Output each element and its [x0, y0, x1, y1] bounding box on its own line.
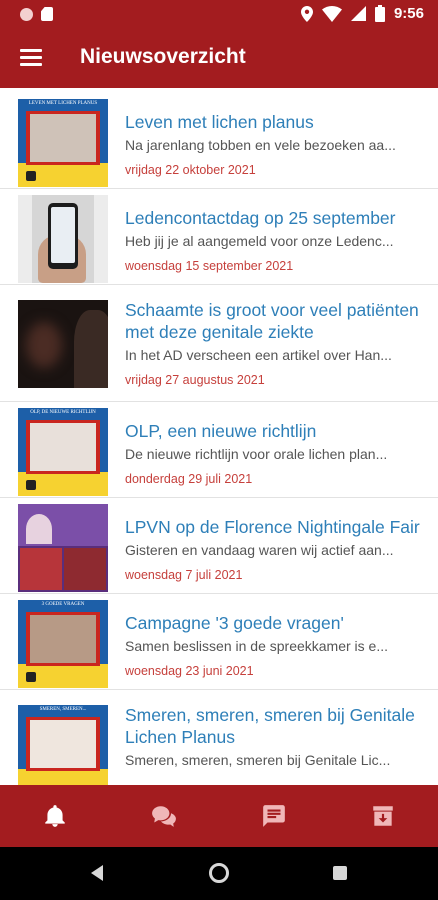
news-date: donderdag 29 juli 2021 — [125, 472, 253, 486]
news-date: woensdag 23 juni 2021 — [125, 664, 254, 678]
news-excerpt: Smeren, smeren, smeren bij Genitale Lic.… — [125, 752, 391, 768]
nav-messages[interactable] — [219, 785, 329, 847]
battery-icon — [374, 5, 385, 22]
status-bar: 9:56 — [0, 0, 438, 28]
news-excerpt: Na jarenlang tobben en vele bezoeken aa.… — [125, 137, 396, 153]
news-thumbnail: SMEREN, SMEREN... — [18, 705, 108, 785]
news-thumbnail — [18, 504, 108, 592]
bottom-navigation — [0, 785, 438, 847]
news-title: LPVN op de Florence Nightingale Fair — [125, 517, 420, 537]
news-thumbnail — [18, 300, 108, 388]
news-date: vrijdag 27 augustus 2021 — [125, 373, 265, 387]
nav-archive[interactable] — [329, 785, 438, 847]
news-title: OLP, een nieuwe richtlijn — [125, 421, 317, 441]
recent-apps-icon[interactable] — [333, 866, 347, 880]
news-date: woensdag 7 juli 2021 — [125, 568, 243, 582]
news-excerpt: Heb jij je al aangemeld voor onze Ledenc… — [125, 233, 394, 249]
news-title: Schaamte is groot voor veel patiënten me… — [125, 300, 419, 342]
news-list[interactable]: LEVEN MET LICHEN PLANUS Leven met lichen… — [0, 93, 438, 785]
news-excerpt: Samen beslissen in de spreekkamer is e..… — [125, 638, 389, 654]
back-icon[interactable] — [91, 865, 103, 881]
news-title: Smeren, smeren, smeren bij Genitale Lich… — [125, 705, 415, 747]
news-title: Campagne '3 goede vragen' — [125, 613, 344, 633]
news-thumbnail: 3 GOEDE VRAGEN — [18, 600, 108, 688]
nav-forum[interactable] — [110, 785, 220, 847]
archive-icon — [373, 806, 393, 826]
news-item[interactable]: LPVN op de Florence Nightingale Fair Gis… — [0, 498, 438, 594]
clock: 9:56 — [393, 5, 424, 22]
news-thumbnail: LEVEN MET LICHEN PLANUS — [18, 99, 108, 187]
bell-icon — [45, 805, 65, 827]
news-thumbnail: OLP, DE NIEUWE RICHTLIJN — [18, 408, 108, 496]
page-title: Nieuwsoverzicht — [80, 45, 246, 68]
news-title: Leven met lichen planus — [125, 112, 314, 132]
notification-dot-icon — [20, 7, 33, 21]
news-item[interactable]: Schaamte is groot voor veel patiënten me… — [0, 285, 438, 402]
chat-bubbles-icon — [152, 806, 177, 827]
message-icon — [262, 805, 285, 827]
news-item[interactable]: SMEREN, SMEREN... Smeren, smeren, smeren… — [0, 690, 438, 785]
news-title: Ledencontactdag op 25 september — [125, 208, 396, 228]
news-date: woensdag 15 september 2021 — [125, 259, 294, 273]
news-excerpt: De nieuwe richtlijn voor orale lichen pl… — [125, 446, 388, 462]
app-bar: Nieuwsoverzicht — [0, 28, 438, 88]
news-item[interactable]: 3 GOEDE VRAGEN Campagne '3 goede vragen'… — [0, 594, 438, 690]
news-item[interactable]: Ledencontactdag op 25 september Heb jij … — [0, 189, 438, 285]
news-excerpt: Gisteren en vandaag waren wij actief aan… — [125, 542, 394, 558]
home-icon[interactable] — [209, 863, 229, 883]
nav-news[interactable] — [0, 785, 110, 847]
system-navigation-bar — [0, 847, 438, 900]
signal-icon — [350, 6, 366, 21]
news-thumbnail — [18, 195, 108, 283]
location-icon — [300, 5, 313, 22]
hamburger-menu-icon[interactable] — [20, 49, 42, 67]
sd-card-icon — [41, 7, 53, 21]
wifi-icon — [321, 5, 342, 22]
news-item[interactable]: OLP, DE NIEUWE RICHTLIJN OLP, een nieuwe… — [0, 402, 438, 498]
news-excerpt: In het AD verscheen een artikel over Han… — [125, 347, 392, 363]
news-item[interactable]: LEVEN MET LICHEN PLANUS Leven met lichen… — [0, 93, 438, 189]
news-date: vrijdag 22 oktober 2021 — [125, 163, 256, 177]
